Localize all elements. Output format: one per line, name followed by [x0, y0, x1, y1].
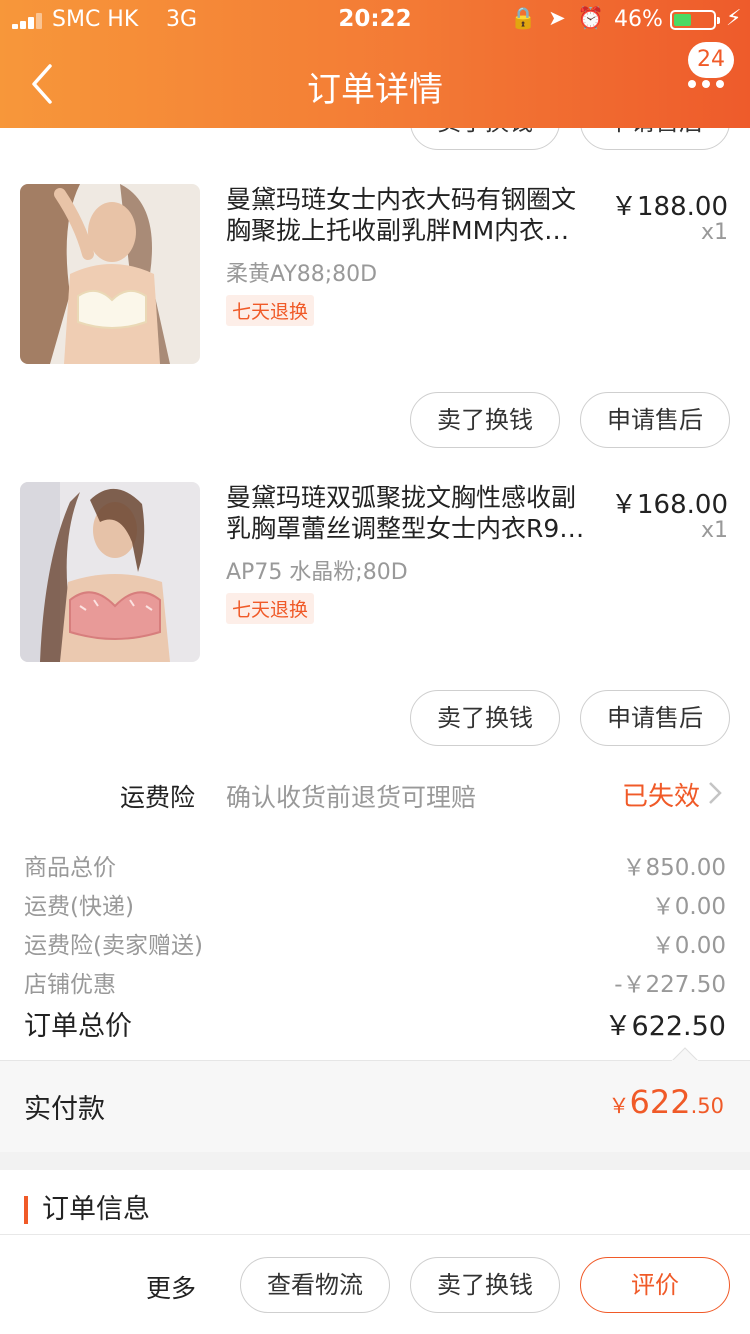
- product-thumbnail[interactable]: [20, 184, 200, 364]
- product-title[interactable]: 曼黛玛琏双弧聚拢文胸性感收副 乳胸罩蕾丝调整型女士内衣R9…: [226, 482, 606, 544]
- section-divider: [0, 1152, 750, 1170]
- actual-payment-label: 实付款: [24, 1094, 105, 1125]
- return-policy-badge: 七天退换: [226, 593, 315, 624]
- actual-payment-amount: ￥622.50: [608, 1083, 724, 1121]
- return-policy-badge: 七天退换: [226, 295, 315, 326]
- nav-header: SMC HK 3G 20:22 🔒 ➤ ⏰ 46% ⚡ 订单详情 24: [0, 0, 750, 128]
- price-summary-row: 运费险(卖家赠送) ￥0.00: [24, 933, 726, 959]
- chevron-right-icon: [709, 782, 722, 804]
- insurance-status: 已失效: [621, 782, 700, 812]
- status-bar: SMC HK 3G 20:22 🔒 ➤ ⏰ 46% ⚡: [0, 0, 750, 40]
- actual-payment-box: 实付款 ￥622.50: [0, 1047, 750, 1152]
- view-logistics-button[interactable]: 查看物流: [240, 1257, 390, 1313]
- charging-bolt-icon: ⚡: [726, 6, 742, 31]
- more-actions-button[interactable]: 更多: [146, 1269, 196, 1305]
- product-quantity: x1: [700, 220, 728, 245]
- product-thumbnail[interactable]: [20, 482, 200, 662]
- caret-up-icon: [672, 1047, 698, 1061]
- sell-for-cash-button[interactable]: 卖了换钱: [410, 690, 560, 746]
- sell-for-cash-button[interactable]: 卖了换钱: [410, 392, 560, 448]
- product-price: ￥188.00: [611, 192, 728, 222]
- insurance-label: 运费险: [120, 783, 196, 812]
- more-options-icon[interactable]: [686, 76, 726, 92]
- order-total-row: 订单总价 ￥622.50: [24, 1011, 726, 1042]
- order-item[interactable]: 曼黛玛琏女士内衣大码有钢圈文 胸聚拢上托收副乳胖MM内衣… 柔黄AY88;80D…: [0, 184, 750, 364]
- product-spec: 柔黄AY88;80D: [226, 262, 378, 287]
- insurance-description: 确认收货前退货可理赔: [226, 783, 477, 812]
- apply-after-sale-button[interactable]: 申请售后: [580, 690, 730, 746]
- alarm-icon: ⏰: [577, 6, 604, 30]
- product-quantity: x1: [700, 518, 728, 543]
- location-arrow-icon: ➤: [548, 6, 566, 30]
- message-count-badge: 24: [688, 42, 734, 78]
- price-summary-row: 运费(快递) ￥0.00: [24, 894, 726, 920]
- orientation-lock-icon: 🔒: [510, 6, 537, 30]
- order-info-heading: 订单信息: [24, 1196, 150, 1224]
- battery-icon: [670, 10, 720, 30]
- bottom-action-bar: 更多 查看物流 卖了换钱 评价: [0, 1234, 750, 1334]
- page-title: 订单详情: [307, 70, 443, 110]
- battery-percent: 46%: [614, 7, 663, 32]
- order-item[interactable]: 曼黛玛琏双弧聚拢文胸性感收副 乳胸罩蕾丝调整型女士内衣R9… AP75 水晶粉;…: [0, 482, 750, 662]
- price-summary-row: 商品总价 ￥850.00: [24, 855, 726, 881]
- review-button[interactable]: 评价: [580, 1257, 730, 1313]
- apply-after-sale-button[interactable]: 申请售后: [580, 392, 730, 448]
- product-title[interactable]: 曼黛玛琏女士内衣大码有钢圈文 胸聚拢上托收副乳胖MM内衣…: [226, 184, 606, 246]
- sell-for-cash-button[interactable]: 卖了换钱: [410, 1257, 560, 1313]
- price-summary-row: 店铺优惠 -￥227.50: [24, 972, 726, 998]
- product-spec: AP75 水晶粉;80D: [226, 560, 408, 585]
- product-price: ￥168.00: [611, 490, 728, 520]
